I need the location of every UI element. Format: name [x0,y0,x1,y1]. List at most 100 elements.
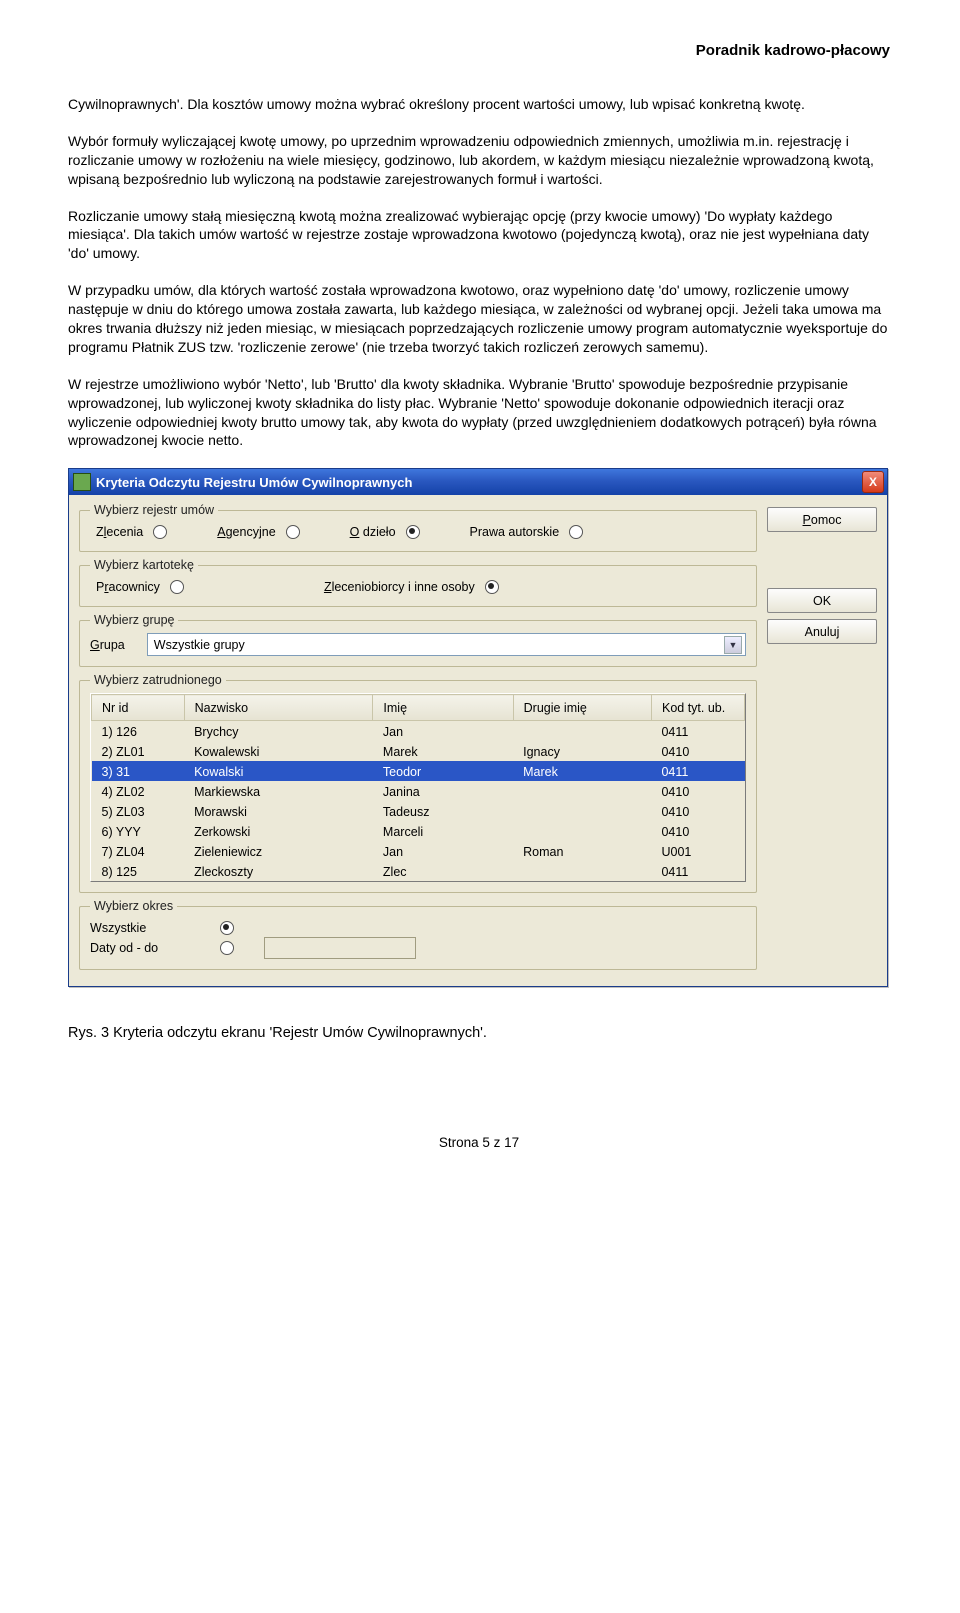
table-header[interactable]: Kod tyt. ub. [651,695,744,721]
table-header[interactable]: Drugie imię [513,695,651,721]
table-cell: 5) ZL03 [92,801,185,821]
titlebar[interactable]: Kryteria Odczytu Rejestru Umów Cywilnopr… [69,469,887,495]
table-row[interactable]: 1) 126BrychcyJan0411 [92,721,745,742]
page-footer: Strona 5 z 17 [68,1135,890,1150]
radio-icon[interactable] [220,921,234,935]
fs2-radio-row: Pracownicy Zleceniobiorcy i inne osoby [90,578,746,596]
table-cell: U001 [651,841,744,861]
table-header-row: Nr idNazwiskoImięDrugie imięKod tyt. ub. [92,695,745,721]
cancel-button[interactable]: Anuluj [767,619,877,644]
table-header[interactable]: Nazwisko [184,695,373,721]
radio-icon[interactable] [153,525,167,539]
fs-kartoteka: Wybierz kartotekę Pracownicy Zleceniobior… [79,558,757,607]
table-cell: 4) ZL02 [92,781,185,801]
paragraph-1: Cywilnoprawnych'. Dla kosztów umowy możn… [68,95,890,114]
radio-icon[interactable] [485,580,499,594]
table-cell: 1) 126 [92,721,185,742]
table-cell: Teodor [373,761,513,781]
table-cell: Zieleniewicz [184,841,373,861]
table-row[interactable]: 8) 125ZleckosztyZlec0411 [92,861,745,881]
radio-label: Pracownicy [96,580,160,594]
table-cell [513,781,651,801]
table-cell: Janina [373,781,513,801]
table-header[interactable]: Imię [373,695,513,721]
fs-zatrudniony: Wybierz zatrudnionego Nr idNazwiskoImięD… [79,673,757,893]
fs-grupa: Wybierz grupę Grupa Wszystkie grupy ▼ [79,613,757,667]
fs-kartoteka-legend: Wybierz kartotekę [90,558,198,572]
radio-zlecenia[interactable]: Zlecenia [96,525,167,539]
radio-o-dzieło[interactable]: O dzieło [350,525,420,539]
employees-table[interactable]: Nr idNazwiskoImięDrugie imięKod tyt. ub.… [91,694,745,881]
body-text: Cywilnoprawnych'. Dla kosztów umowy możn… [68,95,890,450]
radio-label: O dzieło [350,525,396,539]
table-cell: 0410 [651,741,744,761]
table-cell [513,861,651,881]
radio-agencyjne[interactable]: Agencyjne [217,525,299,539]
table-cell: Tadeusz [373,801,513,821]
grupa-value: Wszystkie grupy [154,638,245,652]
table-cell: Jan [373,721,513,742]
table-cell: 0411 [651,721,744,742]
fs1-radio-row: Zlecenia Agencyjne O dzieło Prawa autorskie [90,523,746,541]
grupa-combo[interactable]: Wszystkie grupy ▼ [147,633,746,656]
table-cell: 0410 [651,781,744,801]
fs-zatrudniony-legend: Wybierz zatrudnionego [90,673,226,687]
fs5-rows: Wszystkie Daty od - do [90,921,746,959]
table-row[interactable]: 2) ZL01KowalewskiMarekIgnacy0410 [92,741,745,761]
table-row[interactable]: 7) ZL04ZieleniewiczJanRomanU001 [92,841,745,861]
table-cell: Zerkowski [184,821,373,841]
app-icon [73,473,91,491]
date-range-input[interactable] [264,937,416,959]
table-cell: Markiewska [184,781,373,801]
okres-option[interactable]: Daty od - do [90,937,746,959]
table-cell: 7) ZL04 [92,841,185,861]
table-cell [513,721,651,742]
table-row[interactable]: 4) ZL02MarkiewskaJanina 0410 [92,781,745,801]
help-button[interactable]: Pomoc [767,507,877,532]
table-cell: 0410 [651,801,744,821]
table-cell: 6) YYY [92,821,185,841]
fs-okres-legend: Wybierz okres [90,899,177,913]
grupa-label: Grupa [90,638,125,652]
radio-label: Zlecenia [96,525,143,539]
table-cell: 0410 [651,821,744,841]
table-header[interactable]: Nr id [92,695,185,721]
close-icon[interactable]: X [862,471,884,493]
figure-caption: Rys. 3 Kryteria odczytu ekranu 'Rejestr … [68,1025,890,1041]
page-header: Poradnik kadrowo-płacowy [68,42,890,59]
paragraph-3: Rozliczanie umowy stałą miesięczną kwotą… [68,207,890,264]
okres-label: Daty od - do [90,941,190,955]
chevron-down-icon[interactable]: ▼ [724,636,742,654]
window-title: Kryteria Odczytu Rejestru Umów Cywilnopr… [96,475,862,490]
ok-button[interactable]: OK [767,588,877,613]
table-cell: Zlec [373,861,513,881]
radio-icon[interactable] [286,525,300,539]
radio-label: Zleceniobiorcy i inne osoby [324,580,475,594]
table-row[interactable]: 3) 31KowalskiTeodorMarek0411 [92,761,745,781]
table-cell: Marek [513,761,651,781]
table-cell: Marceli [373,821,513,841]
table-cell: 2) ZL01 [92,741,185,761]
table-cell: 3) 31 [92,761,185,781]
radio-icon[interactable] [406,525,420,539]
radio-icon[interactable] [569,525,583,539]
radio-pracownicy[interactable]: Pracownicy [96,580,184,594]
table-row[interactable]: 6) YYYZerkowskiMarceli 0410 [92,821,745,841]
fs-rejestr: Wybierz rejestr umów ZleceniaAgencyjneO … [79,503,757,552]
radio-icon[interactable] [170,580,184,594]
table-cell: 0411 [651,861,744,881]
table-cell [513,801,651,821]
okres-label: Wszystkie [90,921,190,935]
table-row[interactable]: 5) ZL03MorawskiTadeusz0410 [92,801,745,821]
fs-okres: Wybierz okres Wszystkie Daty od - do [79,899,757,970]
radio-zleceniobiorcy[interactable]: Zleceniobiorcy i inne osoby [324,580,499,594]
table-cell: 8) 125 [92,861,185,881]
radio-label: Agencyjne [217,525,275,539]
criteria-dialog: Kryteria Odczytu Rejestru Umów Cywilnopr… [68,468,888,987]
okres-option[interactable]: Wszystkie [90,921,746,935]
radio-prawa-autorskie[interactable]: Prawa autorskie [470,525,584,539]
table-cell: Jan [373,841,513,861]
table-cell: Marek [373,741,513,761]
fs-grupa-legend: Wybierz grupę [90,613,178,627]
radio-icon[interactable] [220,941,234,955]
